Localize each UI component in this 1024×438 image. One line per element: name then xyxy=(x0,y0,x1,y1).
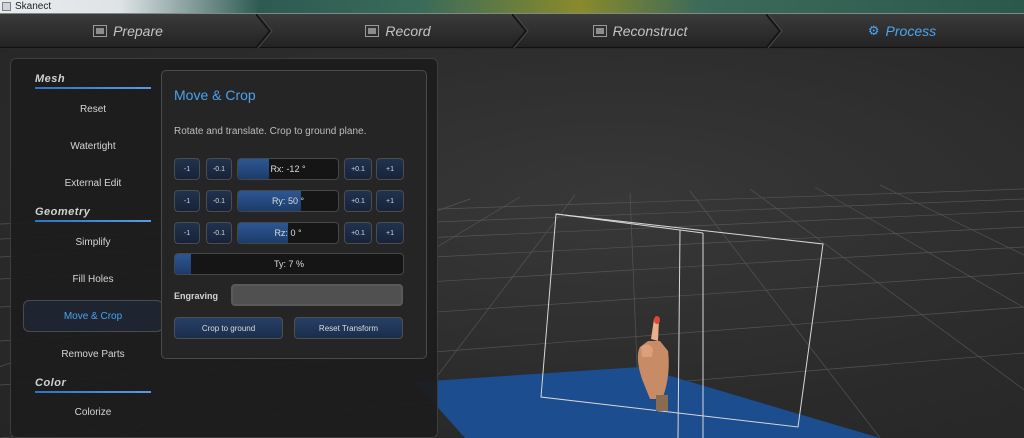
rx-slider-label: Rx: -12 ° xyxy=(270,164,306,174)
workflow-step-bar: Prepare Record Reconstruct ⚙ Process xyxy=(0,14,1024,48)
engraving-input[interactable] xyxy=(231,284,403,306)
step-reconstruct[interactable]: Reconstruct xyxy=(512,14,768,48)
rx-plus-1-button[interactable]: +1 xyxy=(376,158,404,180)
move-crop-panel: Move & Crop Rotate and translate. Crop t… xyxy=(161,70,427,359)
rx-minus-1-button[interactable]: -1 xyxy=(174,158,200,180)
step-reconstruct-label: Reconstruct xyxy=(612,23,688,39)
ry-minus-0.1-button[interactable]: -0.1 xyxy=(206,190,232,212)
ry-slider-label: Ry: 50 ° xyxy=(271,196,305,206)
step-prepare[interactable]: Prepare xyxy=(0,14,256,48)
rz-plus-0.1-button[interactable]: +0.1 xyxy=(344,222,372,244)
section-underline xyxy=(35,220,151,222)
crop-to-ground-button[interactable]: Crop to ground xyxy=(174,317,283,339)
app-icon xyxy=(2,2,11,11)
section-underline xyxy=(35,87,151,89)
reconstruct-icon xyxy=(592,25,607,37)
step-process-label: Process xyxy=(885,23,937,39)
prepare-icon xyxy=(93,25,108,37)
ty-slider[interactable]: Ty: 7 % xyxy=(174,253,404,275)
step-record-label: Record xyxy=(385,23,431,39)
panel-description: Rotate and translate. Crop to ground pla… xyxy=(174,126,367,137)
menu-item-remove-parts[interactable]: Remove Parts xyxy=(23,338,163,370)
rz-slider[interactable]: Rz: 0 ° xyxy=(237,222,339,244)
ry-minus-1-button[interactable]: -1 xyxy=(174,190,200,212)
section-underline xyxy=(35,391,151,393)
section-color-title: Color xyxy=(35,377,67,389)
section-mesh: Mesh xyxy=(35,73,151,89)
step-record[interactable]: Record xyxy=(270,14,526,48)
step-prepare-label: Prepare xyxy=(113,23,163,39)
rz-slider-label: Rz: 0 ° xyxy=(274,228,302,238)
gear-icon: ⚙ xyxy=(867,23,880,38)
record-icon xyxy=(365,25,380,37)
section-geometry-title: Geometry xyxy=(35,206,91,218)
menu-item-external-edit[interactable]: External Edit xyxy=(23,167,163,199)
rz-plus-1-button[interactable]: +1 xyxy=(376,222,404,244)
window-title: Skanect xyxy=(15,1,52,12)
ry-slider[interactable]: Ry: 50 ° xyxy=(237,190,339,212)
menu-item-colorize[interactable]: Colorize xyxy=(23,396,163,428)
step-process[interactable]: ⚙ Process xyxy=(780,14,1024,48)
panel-title: Move & Crop xyxy=(174,87,256,103)
reset-transform-button[interactable]: Reset Transform xyxy=(294,317,403,339)
rx-plus-0.1-button[interactable]: +0.1 xyxy=(344,158,372,180)
rz-minus-0.1-button[interactable]: -0.1 xyxy=(206,222,232,244)
title-bar: Skanect xyxy=(0,0,1024,14)
menu-item-watertight[interactable]: Watertight xyxy=(23,130,163,162)
engraving-label: Engraving xyxy=(174,291,219,301)
ty-slider-label: Ty: 7 % xyxy=(273,259,304,269)
rz-minus-1-button[interactable]: -1 xyxy=(174,222,200,244)
rx-slider[interactable]: Rx: -12 ° xyxy=(237,158,339,180)
ry-plus-0.1-button[interactable]: +0.1 xyxy=(344,190,372,212)
menu-item-simplify[interactable]: Simplify xyxy=(23,226,163,258)
rx-minus-0.1-button[interactable]: -0.1 xyxy=(206,158,232,180)
section-mesh-title: Mesh xyxy=(35,73,66,85)
section-geometry: Geometry xyxy=(35,206,151,222)
ry-plus-1-button[interactable]: +1 xyxy=(376,190,404,212)
menu-item-move-crop[interactable]: Move & Crop xyxy=(23,300,163,332)
menu-item-fill-holes[interactable]: Fill Holes xyxy=(23,263,163,295)
menu-item-reset[interactable]: Reset xyxy=(23,93,163,125)
section-color: Color xyxy=(35,377,151,393)
